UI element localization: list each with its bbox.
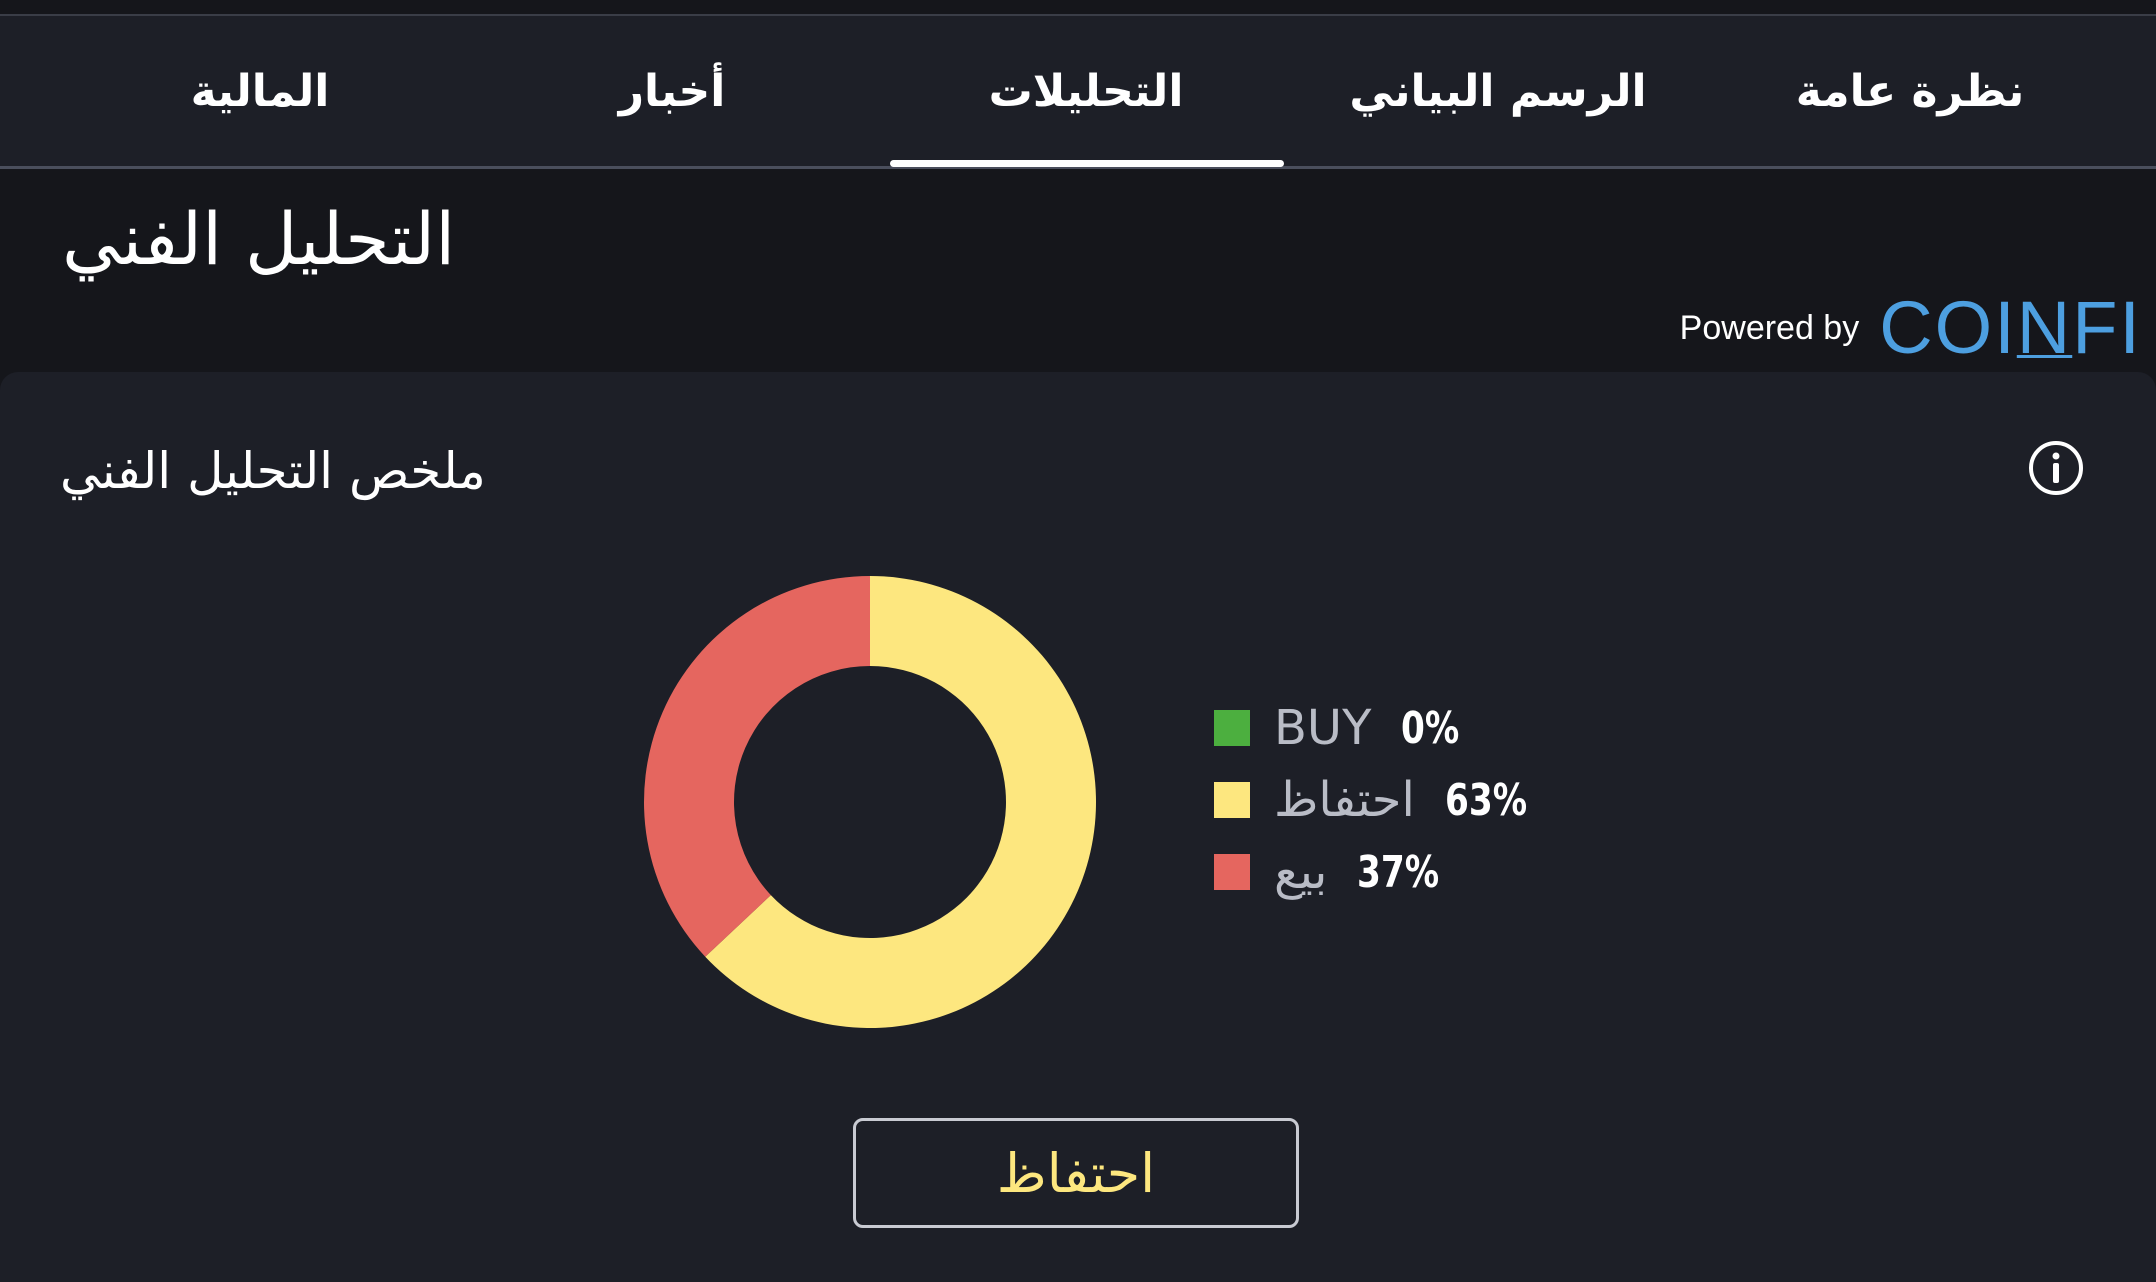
- page-title: التحليل الفني: [62, 197, 456, 281]
- legend-label-sell: بيع: [1274, 844, 1328, 900]
- legend-swatch-hold: [1214, 782, 1250, 818]
- info-circle-icon[interactable]: [2028, 440, 2084, 496]
- legend-value-buy: 0%: [1401, 702, 1460, 754]
- active-tab-indicator: [890, 160, 1284, 167]
- legend-item-sell: بيع 37%: [1214, 836, 1550, 908]
- section-tab-bar: المالية أخبار التحليلات الرسم البياني نظ…: [0, 16, 2156, 169]
- tab-news[interactable]: أخبار: [466, 16, 878, 166]
- verdict-hold-button[interactable]: احتفاظ: [853, 1118, 1299, 1228]
- section-header: التحليل الفني Powered by COINFI: [0, 169, 2156, 369]
- legend-label-buy: BUY: [1274, 700, 1372, 756]
- legend-swatch-sell: [1214, 854, 1250, 890]
- top-status-strip: [0, 0, 2156, 16]
- tab-analytics[interactable]: التحليلات: [880, 16, 1292, 166]
- donut-slice-sell: [644, 576, 870, 957]
- legend-swatch-buy: [1214, 710, 1250, 746]
- powered-by-label: Powered by: [1679, 308, 1860, 347]
- tab-chart[interactable]: الرسم البياني: [1292, 16, 1704, 166]
- chart-legend: BUY 0% احتفاظ 63% بيع 37%: [1214, 692, 1550, 908]
- tab-financials[interactable]: المالية: [54, 16, 466, 166]
- legend-item-buy: BUY 0%: [1214, 692, 1550, 764]
- technical-summary-card: ملخص التحليل الفني BUY 0% احتفاظ 63% بيع…: [0, 372, 2156, 1282]
- legend-value-hold: 63%: [1444, 774, 1527, 826]
- legend-value-sell: 37%: [1357, 846, 1440, 898]
- summary-donut-chart: [644, 576, 1096, 1028]
- coinfi-logo: COINFI: [1879, 286, 2142, 369]
- tab-overview[interactable]: نظرة عامة: [1704, 16, 2116, 166]
- powered-by-attribution: Powered by COINFI: [1680, 291, 2142, 365]
- legend-item-hold: احتفاظ 63%: [1214, 764, 1550, 836]
- summary-title: ملخص التحليل الفني: [60, 442, 486, 500]
- legend-label-hold: احتفاظ: [1274, 772, 1415, 828]
